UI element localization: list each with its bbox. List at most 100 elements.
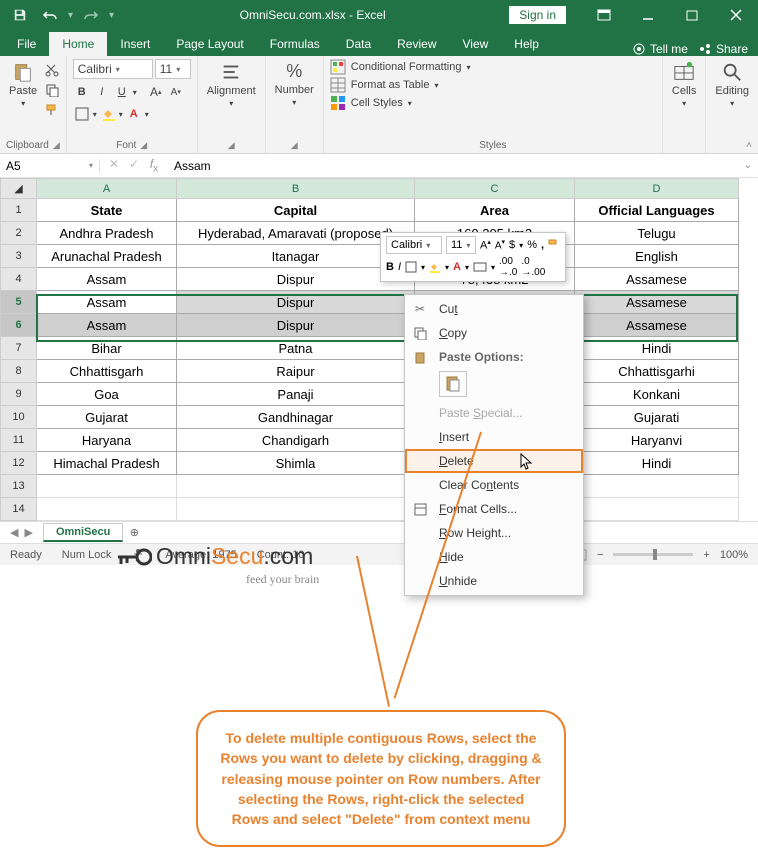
cancel-formula-icon[interactable]: ✕: [104, 157, 124, 174]
mini-decrease-decimal-icon[interactable]: .00→.0: [499, 256, 517, 278]
tab-insert[interactable]: Insert: [107, 32, 163, 56]
cell[interactable]: Panaji: [177, 383, 415, 406]
cell[interactable]: Raipur: [177, 360, 415, 383]
cell[interactable]: Dispur: [177, 291, 415, 314]
zoom-in-icon[interactable]: +: [703, 549, 709, 561]
row-header[interactable]: 7: [1, 337, 37, 360]
row-header[interactable]: 8: [1, 360, 37, 383]
alignment-button[interactable]: Alignment▾: [204, 59, 259, 110]
cell[interactable]: Haryana: [37, 429, 177, 452]
font-color-icon[interactable]: A: [125, 105, 143, 123]
border-icon[interactable]: [73, 105, 91, 123]
row-header[interactable]: 12: [1, 452, 37, 475]
decrease-font-icon[interactable]: A▾: [167, 83, 185, 101]
cell[interactable]: Dispur: [177, 314, 415, 337]
ctx-paste-special[interactable]: Paste Special...: [405, 401, 583, 425]
select-all-corner[interactable]: ◢: [1, 179, 37, 199]
ctx-insert[interactable]: Insert: [405, 425, 583, 449]
tab-review[interactable]: Review: [384, 32, 449, 56]
cell[interactable]: Konkani: [575, 383, 739, 406]
cell[interactable]: Gandhinagar: [177, 406, 415, 429]
cell[interactable]: Himachal Pradesh: [37, 452, 177, 475]
cell[interactable]: Bihar: [37, 337, 177, 360]
increase-font-icon[interactable]: A▴: [147, 83, 165, 101]
ctx-copy[interactable]: Copy: [405, 321, 583, 345]
cell[interactable]: Official Languages: [575, 199, 739, 222]
bold-icon[interactable]: B: [73, 83, 91, 101]
expand-fbar-icon[interactable]: ⌄: [738, 160, 758, 171]
tab-data[interactable]: Data: [333, 32, 384, 56]
col-header-a[interactable]: A: [37, 179, 177, 199]
row-header[interactable]: 14: [1, 498, 37, 521]
italic-icon[interactable]: I: [93, 83, 111, 101]
row-header[interactable]: 10: [1, 406, 37, 429]
signin-button[interactable]: Sign in: [509, 6, 566, 24]
qat-customize-icon[interactable]: ▾: [107, 10, 116, 21]
alignment-launcher-icon[interactable]: ◢: [228, 140, 235, 151]
mini-bold-icon[interactable]: B: [386, 261, 394, 273]
tab-page-layout[interactable]: Page Layout: [163, 32, 256, 56]
cell[interactable]: [37, 498, 177, 521]
mini-italic-icon[interactable]: I: [398, 261, 401, 273]
save-icon[interactable]: [6, 2, 34, 28]
mini-font-color-icon[interactable]: A: [453, 261, 461, 273]
cell[interactable]: [177, 475, 415, 498]
cell[interactable]: Telugu: [575, 222, 739, 245]
row-header[interactable]: 3: [1, 245, 37, 268]
new-sheet-icon[interactable]: ⊕: [123, 526, 145, 539]
maximize-icon[interactable]: [670, 0, 714, 30]
number-format-button[interactable]: % Number▾: [272, 59, 317, 109]
ctx-paste-option-keep[interactable]: [439, 371, 467, 397]
cell[interactable]: Assam: [37, 268, 177, 291]
mini-format-painter-icon[interactable]: [548, 239, 560, 251]
cell[interactable]: Hindi: [575, 337, 739, 360]
mini-fill-color-icon[interactable]: [429, 261, 441, 273]
ctx-cut[interactable]: ✂Cut: [405, 297, 583, 321]
cell[interactable]: [37, 475, 177, 498]
format-as-table-button[interactable]: Format as Table ▾: [330, 77, 439, 93]
cell[interactable]: Area: [415, 199, 575, 222]
col-header-d[interactable]: D: [575, 179, 739, 199]
sheet-tab[interactable]: OmniSecu: [43, 523, 123, 542]
cell[interactable]: Gujarat: [37, 406, 177, 429]
row-header[interactable]: 11: [1, 429, 37, 452]
row-header[interactable]: 6: [1, 314, 37, 337]
zoom-level[interactable]: 100%: [720, 549, 748, 561]
mini-font-size[interactable]: 11▾: [446, 236, 476, 254]
cell[interactable]: Hindi: [575, 452, 739, 475]
tab-view[interactable]: View: [450, 32, 502, 56]
cell[interactable]: Andhra Pradesh: [37, 222, 177, 245]
cell[interactable]: Assam: [37, 291, 177, 314]
mini-comma-icon[interactable]: ,: [541, 239, 544, 251]
cell[interactable]: [575, 498, 739, 521]
tellme-button[interactable]: Tell me: [632, 42, 688, 56]
undo-dropdown-icon[interactable]: ▾: [66, 10, 75, 21]
ctx-hide[interactable]: Hide: [405, 545, 583, 569]
format-painter-icon[interactable]: [45, 103, 59, 117]
editing-button[interactable]: Editing▾: [712, 59, 752, 110]
cut-icon[interactable]: [45, 63, 59, 77]
tab-file[interactable]: File: [4, 32, 49, 56]
row-header[interactable]: 4: [1, 268, 37, 291]
cell[interactable]: Patna: [177, 337, 415, 360]
fx-icon[interactable]: fx: [144, 157, 164, 174]
cell[interactable]: Assam: [37, 314, 177, 337]
ribbon-display-icon[interactable]: [582, 0, 626, 30]
cell[interactable]: Gujarati: [575, 406, 739, 429]
ctx-row-height[interactable]: Row Height...: [405, 521, 583, 545]
sheet-nav-prev-icon[interactable]: ◀: [10, 526, 18, 539]
cell[interactable]: Dispur: [177, 268, 415, 291]
share-button[interactable]: Share: [698, 42, 748, 56]
copy-icon[interactable]: [45, 83, 59, 97]
cell[interactable]: Chhattisgarh: [37, 360, 177, 383]
mini-percent-icon[interactable]: %: [527, 239, 537, 251]
cell[interactable]: Itanagar: [177, 245, 415, 268]
mini-increase-font-icon[interactable]: A▴: [480, 238, 491, 252]
cells-button[interactable]: Cells▾: [669, 59, 699, 110]
cell[interactable]: English: [575, 245, 739, 268]
mini-merge-icon[interactable]: [473, 262, 487, 272]
zoom-out-icon[interactable]: −: [597, 549, 603, 561]
name-box[interactable]: A5▾: [0, 159, 100, 173]
font-name-combo[interactable]: Calibri▾: [73, 59, 153, 79]
row-header[interactable]: 1: [1, 199, 37, 222]
